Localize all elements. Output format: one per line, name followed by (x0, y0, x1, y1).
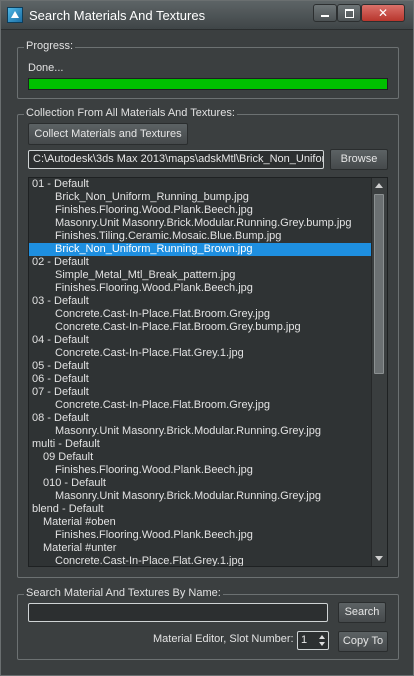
spin-down-icon[interactable] (319, 642, 325, 646)
list-item-material[interactable]: blend - Default (29, 503, 372, 516)
maximize-button[interactable] (337, 4, 361, 22)
list-item-texture[interactable]: Masonry.Unit Masonry.Brick.Modular.Runni… (29, 425, 372, 438)
progress-status-text: Done... (28, 62, 64, 74)
list-item-texture[interactable]: Concrete.Cast-In-Place.Flat.Broom.Grey.j… (29, 399, 372, 412)
list-item-texture[interactable]: Masonry.Unit Masonry.Brick.Modular.Runni… (29, 217, 372, 230)
maximize-icon (344, 8, 354, 18)
search-group: Search Material And Textures By Name: Se… (17, 587, 399, 660)
slot-number-value: 1 (301, 634, 308, 646)
list-item-submaterial[interactable]: 09 Default (29, 451, 372, 464)
close-button[interactable]: ✕ (361, 4, 405, 22)
list-item-material[interactable]: 05 - Default (29, 360, 372, 373)
copy-to-button[interactable]: Copy To (338, 631, 388, 652)
slot-number-spinner[interactable]: 1 (297, 631, 329, 650)
list-item-texture[interactable]: Brick_Non_Uniform_Running_bump.jpg (29, 191, 372, 204)
list-item-texture[interactable]: Finishes.Flooring.Wood.Plank.Beech.jpg (29, 282, 372, 295)
search-group-label: Search Material And Textures By Name: (24, 587, 223, 599)
list-item-submaterial[interactable]: Material #oben (29, 516, 372, 529)
list-item-material[interactable]: 08 - Default (29, 412, 372, 425)
scroll-up-arrow-icon[interactable] (375, 183, 383, 188)
scrollbar-thumb[interactable] (374, 194, 384, 374)
texture-path-field[interactable]: C:\Autodesk\3ds Max 2013\maps\adskMtl\Br… (28, 150, 324, 169)
list-item-texture[interactable]: Finishes.Flooring.Wood.Plank.Beech.jpg (29, 204, 372, 217)
list-item-material[interactable]: 01 - Default (29, 178, 372, 191)
title-bar[interactable]: Search Materials And Textures ✕ (1, 1, 413, 30)
slot-number-label: Material Editor, Slot Number: (153, 633, 294, 645)
search-input[interactable] (28, 603, 328, 622)
minimize-icon (321, 15, 329, 18)
list-item-texture[interactable]: Simple_Metal_Mtl_Break_pattern.jpg (29, 269, 372, 282)
list-item-texture[interactable]: Concrete.Cast-In-Place.Flat.Broom.Grey.j… (29, 308, 372, 321)
list-item-material[interactable]: 06 - Default (29, 373, 372, 386)
spin-up-icon[interactable] (319, 635, 325, 639)
collect-materials-button[interactable]: Collect Materials and Textures (28, 123, 188, 145)
progress-bar-fill (29, 79, 387, 89)
progress-bar (28, 78, 388, 90)
list-item-material[interactable]: 04 - Default (29, 334, 372, 347)
list-item-texture[interactable]: Concrete.Cast-In-Place.Flat.Broom.Grey.b… (29, 321, 372, 334)
list-item-texture[interactable]: Concrete.Cast-In-Place.Flat.Grey.1.jpg (29, 347, 372, 360)
list-item-submaterial[interactable]: Material #unter (29, 542, 372, 555)
minimize-button[interactable] (313, 4, 337, 22)
list-item-texture[interactable]: Finishes.Flooring.Wood.Plank.Beech.jpg (29, 529, 372, 542)
window-title: Search Materials And Textures (29, 8, 206, 23)
list-item-submaterial[interactable]: 010 - Default (29, 477, 372, 490)
search-button[interactable]: Search (338, 602, 386, 623)
list-item-material[interactable]: 03 - Default (29, 295, 372, 308)
list-item-texture[interactable]: Concrete.Cast-In-Place.Flat.Grey.1.jpg (29, 555, 372, 566)
list-item-texture[interactable]: Masonry.Unit Masonry.Brick.Modular.Runni… (29, 490, 372, 503)
list-item-texture[interactable]: Brick_Non_Uniform_Running_Brown.jpg (29, 243, 372, 256)
scroll-down-arrow-icon[interactable] (375, 556, 383, 561)
list-item-material[interactable]: 02 - Default (29, 256, 372, 269)
progress-group: Progress: Done... (17, 40, 399, 99)
3dsmax-app-icon (7, 7, 23, 23)
spinner-arrows[interactable] (318, 633, 327, 648)
close-icon: ✕ (377, 6, 389, 20)
progress-group-label: Progress: (24, 40, 76, 52)
list-item-material[interactable]: 07 - Default (29, 386, 372, 399)
materials-list[interactable]: 01 - Default Brick_Non_Uniform_Running_bu… (28, 177, 388, 567)
list-item-material[interactable]: multi - Default (29, 438, 372, 451)
list-scrollbar[interactable] (371, 178, 387, 566)
collection-group: Collection From All Materials And Textur… (17, 107, 399, 578)
search-materials-window: Search Materials And Textures ✕ Progress… (0, 0, 414, 676)
materials-list-items: 01 - Default Brick_Non_Uniform_Running_bu… (29, 178, 372, 566)
collection-group-label: Collection From All Materials And Textur… (24, 107, 237, 119)
list-item-texture[interactable]: Finishes.Tiling.Ceramic.Mosaic.Blue.Bump… (29, 230, 372, 243)
list-item-texture[interactable]: Finishes.Flooring.Wood.Plank.Beech.jpg (29, 464, 372, 477)
browse-button[interactable]: Browse (330, 149, 388, 170)
